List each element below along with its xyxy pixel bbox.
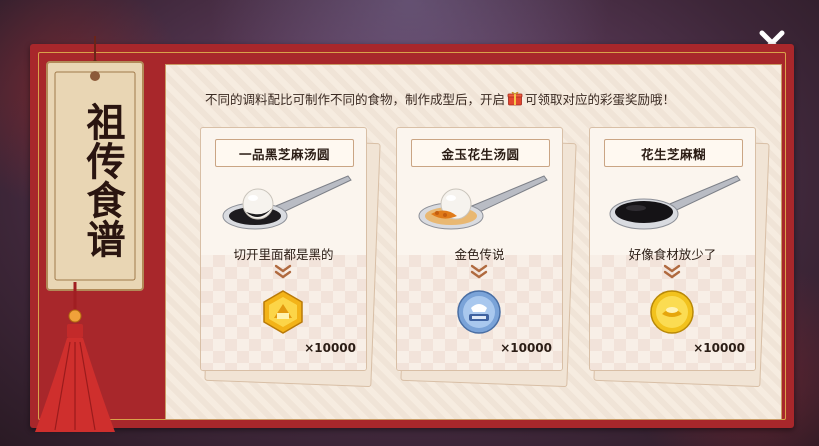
recipe-card[interactable]: 金玉花生汤圆 金色传说 ×10000 [396,127,563,371]
panel-instructions: 不同的调料配比可制作不同的食物，制作成型后，开启 可领取对应的彩蛋奖励哦！ [205,88,775,108]
tag-title: 祖传食谱 [80,102,126,258]
recipe-description: 好像食材放少了 [628,247,717,262]
chevron-down-icon [274,264,292,279]
game-screen: 不同的调料配比可制作不同的食物，制作成型后，开启 可领取对应的彩蛋奖励哦！ 一品… [0,0,819,446]
chevron-down-icon [470,264,488,279]
recipe-title-box: 一品黑芝麻汤圆 [215,139,354,167]
recipe-title-box: 花生芝麻糊 [604,139,743,167]
peanut-tangyuan-spoon-icon [418,175,548,230]
tassel-ornament [35,282,115,432]
gold-hexagon-medal-icon [263,290,303,334]
reward-quantity: ×10000 [500,341,552,355]
recipe-title: 一品黑芝麻汤圆 [238,146,330,162]
peanut-sesame-paste-spoon-icon [609,175,741,230]
recipe-description: 切开里面都是黑的 [233,247,334,262]
black-sesame-tangyuan-spoon-icon [222,175,352,230]
instructions-text-start: 不同的调料配比可制作不同的食物，制作成型后，开启 [205,91,506,107]
recipe-card[interactable]: 一品黑芝麻汤圆 切开里面都是黑的 ×10000 [200,127,367,371]
blue-badge-coin-icon [457,290,501,334]
gold-coin-icon [650,290,694,334]
reward-quantity: ×10000 [304,341,356,355]
recipe-description: 金色传说 [454,247,505,262]
recipe-title: 金玉花生汤圆 [441,146,520,162]
instructions-text-end: 可领取对应的彩蛋奖励哦！ [525,91,676,107]
recipe-card[interactable]: 花生芝麻糊 好像食材放少了 ×10000 [589,127,756,371]
recipe-title-box: 金玉花生汤圆 [411,139,550,167]
recipe-title: 花生芝麻糊 [640,146,706,162]
chevron-down-icon [663,264,681,279]
reward-quantity: ×10000 [693,341,745,355]
gift-box-icon [507,91,523,106]
